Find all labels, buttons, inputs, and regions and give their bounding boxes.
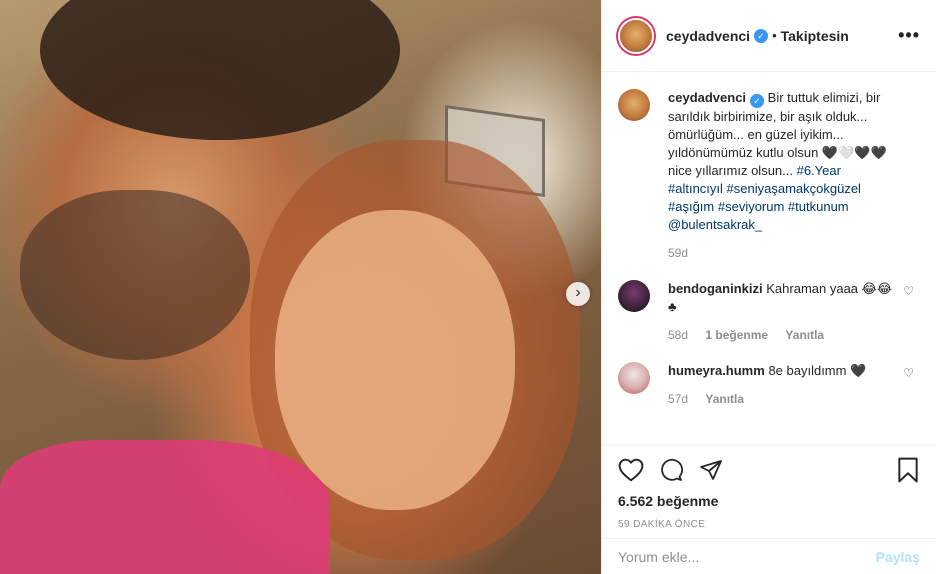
share-icon[interactable] [698, 458, 724, 482]
post-header: ceydadvenci ✓ • Takiptesin ••• [602, 0, 936, 72]
hashtag-year[interactable]: #6.Year [797, 163, 841, 178]
comment-avatar[interactable] [618, 362, 650, 394]
comment-like-heart-icon[interactable]: ♡ [903, 366, 914, 380]
hashtags[interactable]: #altıncıyıl #seniyaşamakçokgüzel #aşığım… [668, 181, 861, 214]
photo-face-woman [275, 210, 515, 510]
author-username[interactable]: ceydadvenci [666, 28, 750, 44]
verified-icon: ✓ [750, 94, 765, 108]
likes-count[interactable]: 6.562 beğenme [618, 493, 920, 509]
comment-avatar[interactable] [618, 280, 650, 312]
photo-beard [20, 190, 250, 360]
comment-text: 8e bayıldımm 🖤 [768, 363, 867, 378]
comment-input[interactable] [618, 548, 876, 565]
caption-username[interactable]: ceydadvenci [668, 90, 746, 105]
separator-dot: • [772, 28, 777, 43]
post-panel: ceydadvenci ✓ • Takiptesin ••• ceydadven… [601, 0, 936, 574]
comment-icon[interactable] [658, 458, 684, 482]
comment-likes[interactable]: 1 beğenme [705, 328, 768, 342]
comment-meta: 58d 1 beğenme Yanıtla [668, 326, 898, 344]
comments-list: ceydadvenci ✓ Bir tuttuk elimizi, bir sar… [602, 73, 936, 443]
post-photo[interactable]: › [0, 0, 601, 574]
mention-link[interactable]: @bulentsakrak_ [668, 217, 762, 232]
comment-username[interactable]: bendoganinkizi [668, 281, 763, 296]
save-bookmark-icon[interactable] [896, 457, 920, 483]
post-actions: 6.562 beğenme 59 DAKİKA ÖNCE [602, 444, 936, 538]
post-timestamp[interactable]: 59 DAKİKA ÖNCE [618, 519, 920, 530]
caption-meta: 59d [668, 244, 898, 262]
follow-status[interactable]: Takiptesin [781, 28, 849, 44]
comment-like-heart-icon[interactable]: ♡ [903, 284, 914, 298]
comment-time[interactable]: 58d [668, 328, 688, 342]
more-options-icon[interactable]: ••• [898, 25, 920, 46]
author-avatar[interactable] [618, 17, 654, 54]
reply-button[interactable]: Yanıtla [705, 392, 744, 406]
comment-item: bendoganinkizi Kahraman yaaa 😂😂♣ 58d 1 b… [618, 280, 920, 344]
verified-icon: ✓ [754, 28, 769, 43]
comment-time[interactable]: 57d [668, 392, 688, 406]
photo-jacket [0, 440, 330, 574]
reply-button[interactable]: Yanıtla [785, 328, 824, 342]
caption: ceydadvenci ✓ Bir tuttuk elimizi, bir sar… [618, 89, 920, 262]
caption-time[interactable]: 59d [668, 246, 688, 260]
action-icons [618, 455, 920, 485]
comment-meta: 57d Yanıtla [668, 390, 898, 408]
post-comment-button[interactable]: Paylaş [876, 549, 920, 565]
photo-hair-man [40, 0, 400, 140]
comment-item: humeyra.humm 8e bayıldımm 🖤 57d Yanıtla … [618, 362, 920, 408]
add-comment-bar: Paylaş [602, 538, 936, 574]
next-image-button[interactable]: › [566, 282, 590, 306]
like-heart-icon[interactable] [618, 458, 644, 482]
caption-avatar[interactable] [618, 89, 650, 121]
comment-username[interactable]: humeyra.humm [668, 363, 765, 378]
